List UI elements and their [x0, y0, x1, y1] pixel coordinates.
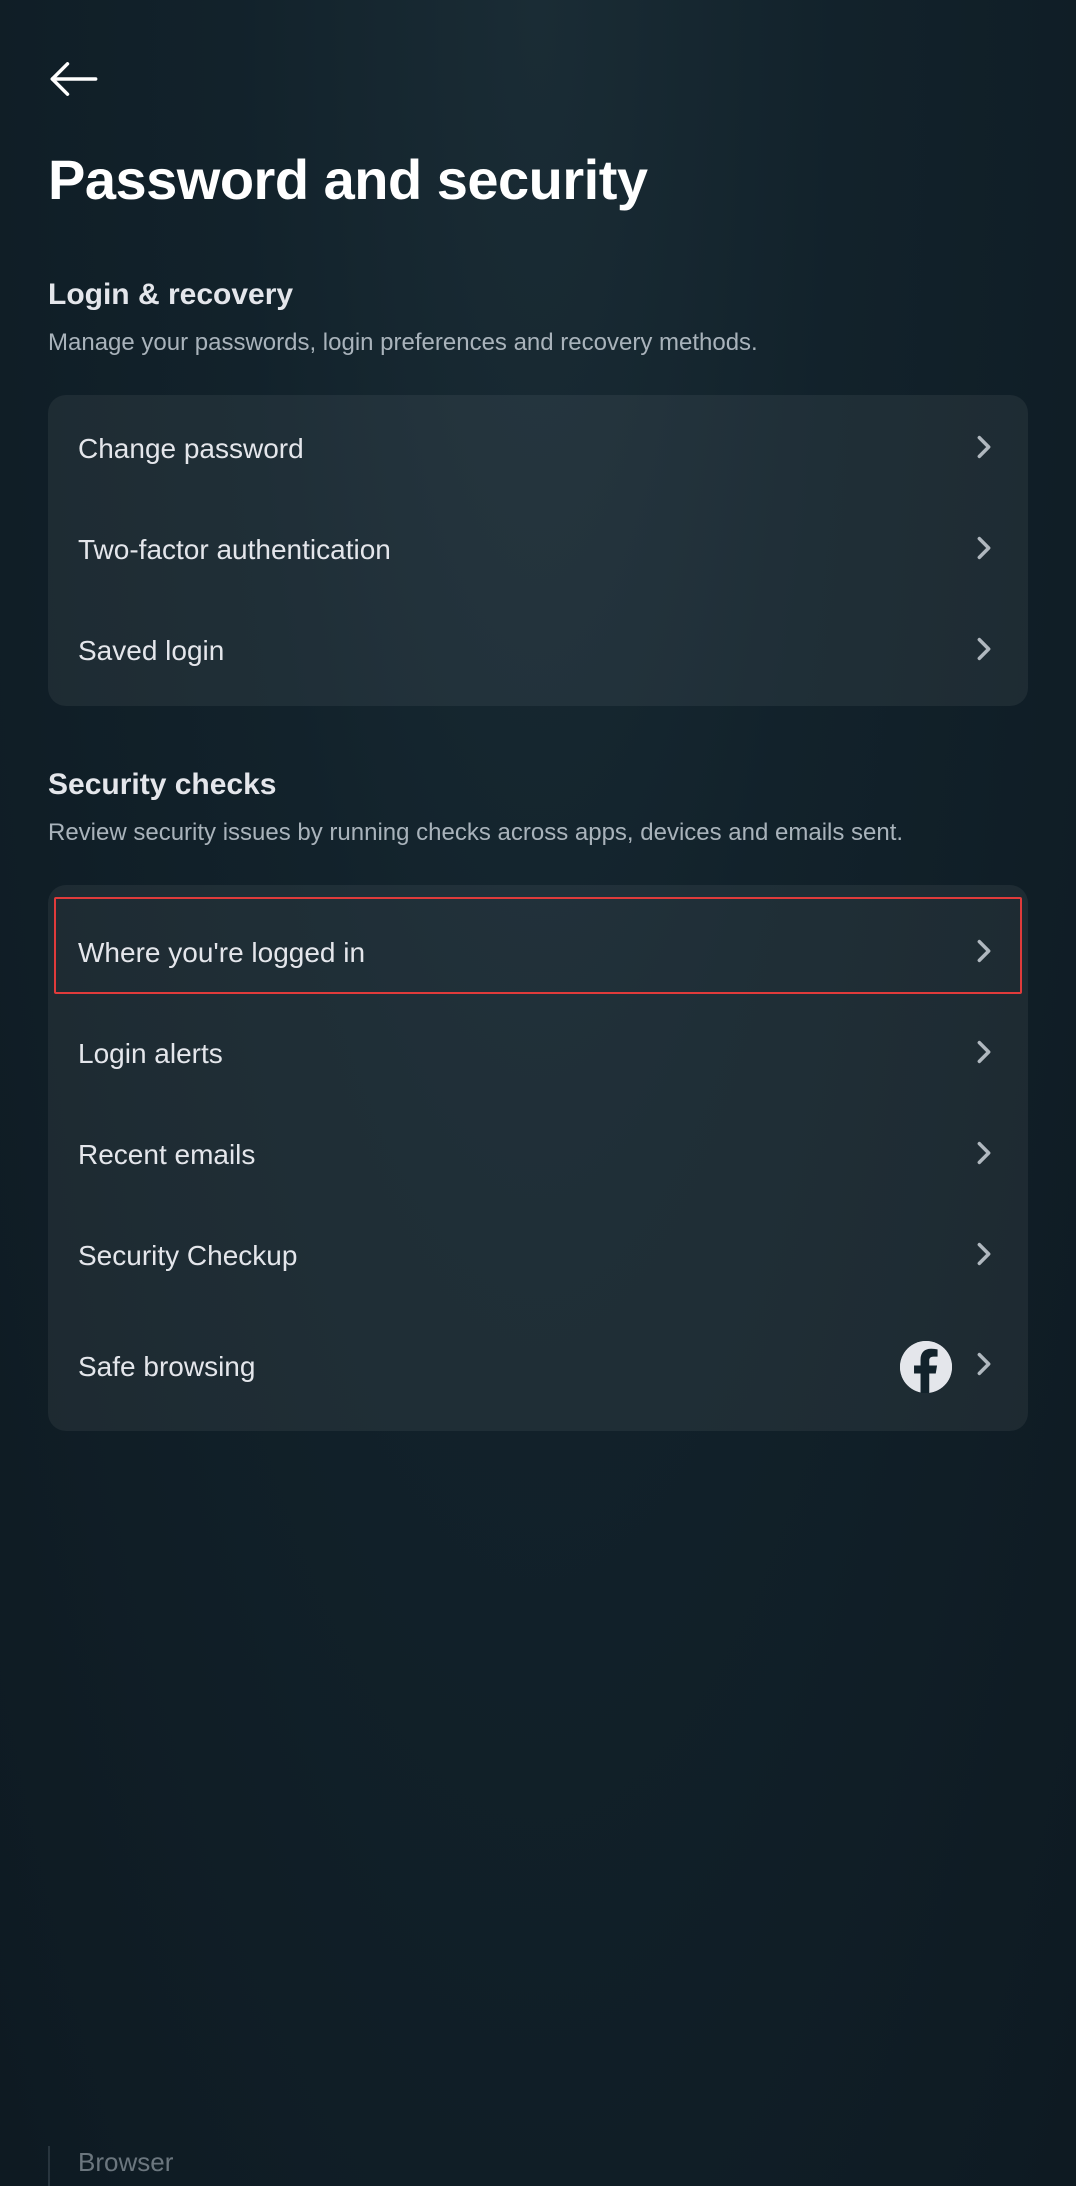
chevron-right-icon	[970, 1038, 998, 1071]
card-security-checks: Where you're logged in Login alerts Rece…	[48, 885, 1028, 1431]
chevron-right-icon	[970, 1139, 998, 1172]
item-two-factor-authentication[interactable]: Two-factor authentication	[48, 500, 1028, 601]
chevron-right-icon	[970, 433, 998, 466]
item-label: Security Checkup	[78, 1240, 297, 1272]
card-login-recovery: Change password Two-factor authenticatio…	[48, 395, 1028, 706]
chevron-right-icon	[970, 534, 998, 567]
chevron-right-icon	[970, 1350, 998, 1383]
chevron-right-icon	[970, 1240, 998, 1273]
item-label: Safe browsing	[78, 1351, 255, 1383]
section-title-security-checks: Security checks	[48, 768, 1028, 802]
item-login-alerts[interactable]: Login alerts	[48, 1004, 1028, 1105]
item-label: Recent emails	[78, 1139, 255, 1171]
section-title-login-recovery: Login & recovery	[48, 278, 1028, 312]
arrow-left-icon	[48, 61, 100, 102]
chevron-right-icon	[970, 635, 998, 668]
item-label: Login alerts	[78, 1038, 223, 1070]
chevron-right-icon	[970, 937, 998, 970]
section-login-recovery: Login & recovery Manage your passwords, …	[48, 278, 1028, 706]
item-security-checkup[interactable]: Security Checkup	[48, 1206, 1028, 1307]
page-title: Password and security	[48, 147, 1028, 212]
item-label: Two-factor authentication	[78, 534, 391, 566]
item-label: Where you're logged in	[78, 937, 365, 969]
cutoff-text: Browser	[78, 2147, 173, 2178]
back-button[interactable]	[48, 55, 100, 107]
item-where-youre-logged-in[interactable]: Where you're logged in	[54, 897, 1022, 994]
item-label: Change password	[78, 433, 304, 465]
tree-line	[48, 2146, 50, 2186]
item-label: Saved login	[78, 635, 224, 667]
facebook-icon	[900, 1341, 952, 1393]
section-subtitle-login-recovery: Manage your passwords, login preferences…	[48, 326, 1028, 361]
item-change-password[interactable]: Change password	[48, 395, 1028, 500]
section-subtitle-security-checks: Review security issues by running checks…	[48, 816, 1028, 851]
item-recent-emails[interactable]: Recent emails	[48, 1105, 1028, 1206]
item-safe-browsing[interactable]: Safe browsing	[48, 1307, 1028, 1431]
item-saved-login[interactable]: Saved login	[48, 601, 1028, 706]
section-security-checks: Security checks Review security issues b…	[48, 768, 1028, 1431]
